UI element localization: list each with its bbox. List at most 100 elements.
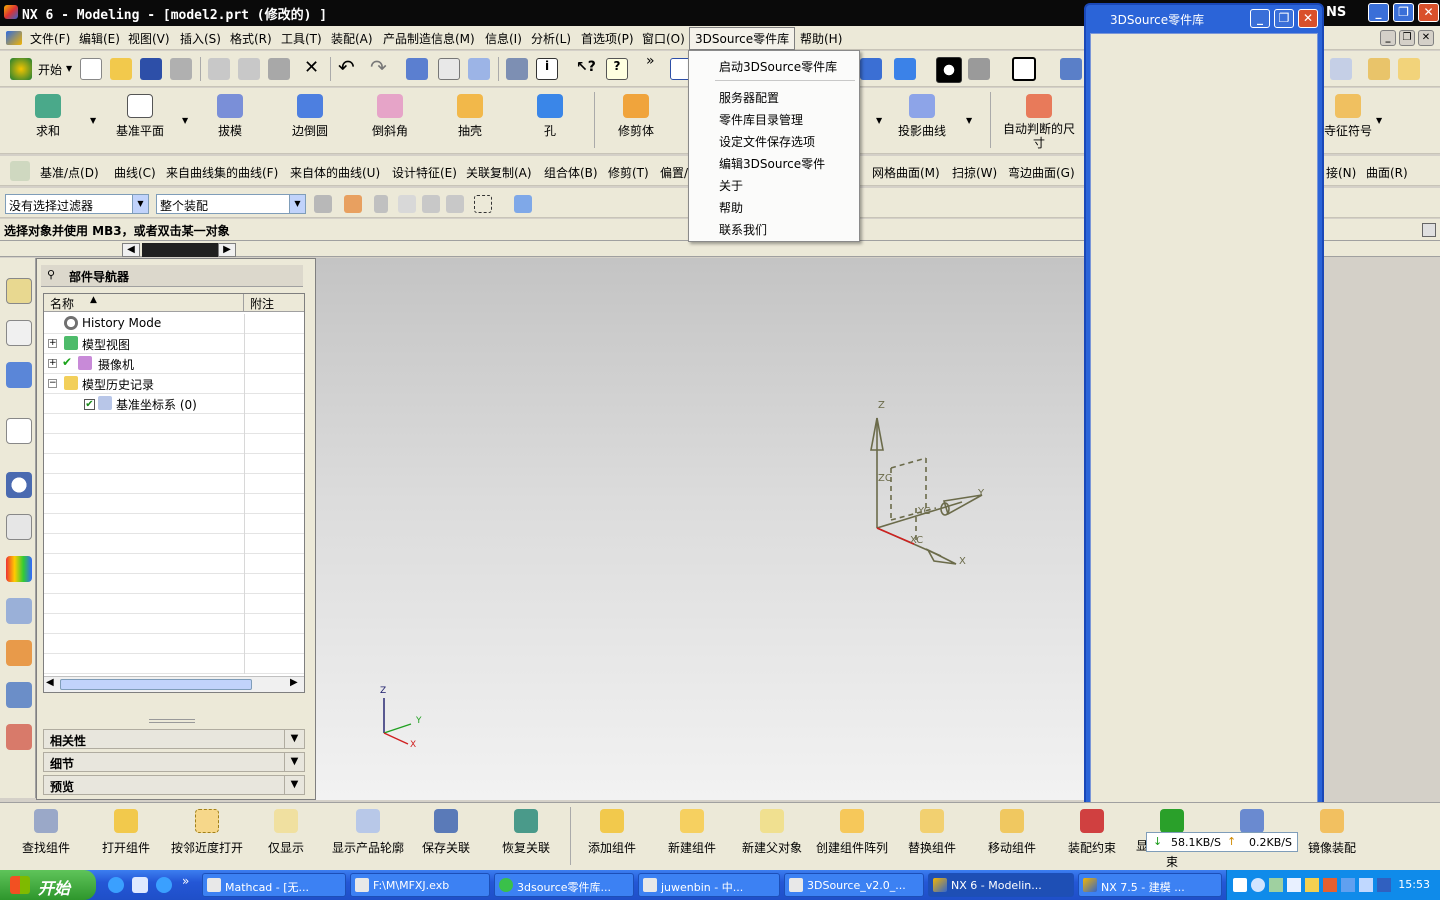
menu-mesh-surface[interactable]: 网格曲面(M) [872,164,940,181]
chamfer-button[interactable]: 倒斜角 [354,94,426,139]
web-browser-tab[interactable] [6,682,32,708]
ruler-icon[interactable] [1368,58,1390,80]
expand-toggle[interactable]: + [48,359,57,368]
whats-this-icon[interactable]: ↖? [576,59,596,75]
tree-row[interactable]: + 模型视图 [44,334,304,354]
menu-associative-copy[interactable]: 关联复制(A) [466,164,532,181]
task-nx6[interactable]: NX 6 - Modelin... [928,873,1074,897]
new-parent-button[interactable]: 新建父对象 [732,809,812,856]
graphics-viewport[interactable]: Z Y X ZC YC XC Z Y X [316,258,1086,800]
section-dependencies[interactable]: 相关性 ▼ [43,729,305,749]
render-style-icon[interactable] [894,58,916,80]
show-only-button[interactable]: 仅显示 [246,809,326,856]
menu-item-catalog-manage[interactable]: 零件库目录管理 [719,111,803,128]
minimize-button[interactable]: _ [1368,3,1389,22]
repeat-command-icon[interactable] [406,58,428,80]
src-maximize-button[interactable]: ❐ [1274,9,1294,28]
assembly-navigator-tab[interactable] [6,278,32,304]
scroll-right-icon[interactable]: ▶ [290,677,298,688]
show-hide-constraints-icon[interactable] [1160,809,1184,833]
menu-surface[interactable]: 曲面(R) [1366,164,1408,181]
rectangle-select-icon[interactable] [474,195,492,213]
help-icon[interactable]: ? [606,58,628,80]
security-icon[interactable] [1305,878,1319,892]
app-tray-icon[interactable] [1323,878,1337,892]
menu-pmi[interactable]: 产品制造信息(M) [383,30,475,47]
pin-icon[interactable]: ⚲ [47,268,55,281]
task-mathcad[interactable]: Mathcad - [无... [202,873,346,897]
new-file-icon[interactable] [80,58,102,80]
tray-arrow-icon[interactable] [1251,878,1265,892]
menu-datum-point[interactable]: 基准/点(D) [40,164,99,181]
menu-window[interactable]: 窗口(O) [642,30,685,47]
select-face-icon[interactable] [446,195,464,213]
shell-button[interactable]: 抽壳 [434,94,506,139]
menu-trim[interactable]: 修剪(T) [608,164,649,181]
menu-format[interactable]: 格式(R) [230,30,272,47]
menu-sweep[interactable]: 扫掠(W) [952,164,997,181]
snap-icon[interactable] [1330,58,1352,80]
tree-row[interactable]: − 模型历史记录 [44,374,304,394]
measure-info-icon[interactable] [506,58,528,80]
remember-constraints-icon[interactable] [1240,809,1264,833]
select-component-icon[interactable] [514,195,532,213]
trim-body-button[interactable]: 修剪体 [600,94,672,139]
move-component-button[interactable]: 移动组件 [972,809,1052,856]
start-button[interactable]: 开始 [0,870,96,900]
column-header-name[interactable]: 名称 ▲ [44,294,244,312]
status-toggle-icon[interactable] [1422,223,1436,237]
menu-info[interactable]: 信息(I) [485,30,522,47]
section-details[interactable]: 细节 ▼ [43,752,305,772]
scroll-left-icon[interactable]: ◀ [46,677,54,688]
task-3dsource-v2[interactable]: 3DSource_v2.0_... [784,873,924,897]
3dsource-content-area[interactable] [1090,33,1318,803]
object-info-icon[interactable]: i [536,58,558,80]
tree-row[interactable]: History Mode [44,314,304,334]
menu-edit[interactable]: 编辑(E) [79,30,120,47]
delete-icon[interactable]: ✕ [304,57,319,78]
horizontal-scrollbar[interactable]: ◀ ▶ [44,676,304,692]
cut-icon[interactable] [208,58,230,80]
scroll-right-button[interactable]: ▶ [218,243,236,257]
src-minimize-button[interactable]: _ [1250,9,1270,28]
menu-design-feature[interactable]: 设计特征(E) [392,164,457,181]
user-profile-tab[interactable] [6,724,32,750]
doc-minimize-button[interactable]: _ [1380,30,1396,46]
more-features-dropdown-arrow[interactable]: ▼ [876,116,882,125]
tree-row[interactable]: + ✔ 摄像机 [44,354,304,374]
open-by-proximity-button[interactable]: 按邻近度打开 [162,809,252,856]
task-juwenbin[interactable]: juwenbin - 中... [638,873,780,897]
column-header-notes[interactable]: 附注 [244,294,304,312]
menu-file[interactable]: 文件(F) [30,30,70,47]
expand-toggle[interactable]: + [48,339,57,348]
selection-filter-select[interactable]: 没有选择过滤器 ▼ [5,194,149,214]
filter-settings-icon[interactable] [314,195,332,213]
menu-item-save-options[interactable]: 设定文件保存选项 [719,133,815,150]
menu-item-launch[interactable]: 启动3DSource零件库 [719,58,837,75]
menu-item-contact[interactable]: 联系我们 [719,221,767,238]
network-icon[interactable] [1269,878,1283,892]
menu-item-server-config[interactable]: 服务器配置 [719,89,779,106]
menu-insert[interactable]: 插入(S) [180,30,221,47]
close-button[interactable]: ✕ [1418,3,1439,22]
history-tab[interactable] [6,472,32,498]
menu-preferences[interactable]: 首选项(P) [581,30,634,47]
drafting-icon[interactable] [1398,58,1420,80]
menu-curve-from-curves[interactable]: 来自曲线集的曲线(F) [166,164,278,181]
part-navigator-tab[interactable] [6,362,32,388]
mirror-assembly-button[interactable]: 镜像装配 [1292,809,1372,856]
checkmark-icon[interactable]: ✔ [62,355,72,369]
roles-tab[interactable] [6,640,32,666]
menu-curve[interactable]: 曲线(C) [114,164,156,181]
datum-plane-button[interactable]: 基准平面 [104,94,176,139]
datum-csys-graphic[interactable] [316,258,1086,800]
project-curve-button[interactable]: 投影曲线 [886,94,958,139]
hole-button[interactable]: 孔 [514,94,586,139]
menu-help[interactable]: 帮助(H) [800,30,842,47]
background-icon[interactable] [936,57,962,83]
scope-select[interactable]: 整个装配 ▼ [156,194,306,214]
undo-icon[interactable]: ↶ [338,55,355,79]
layer-icon[interactable] [468,58,490,80]
visualization-tab[interactable] [6,556,32,582]
document-icon[interactable] [6,31,22,45]
